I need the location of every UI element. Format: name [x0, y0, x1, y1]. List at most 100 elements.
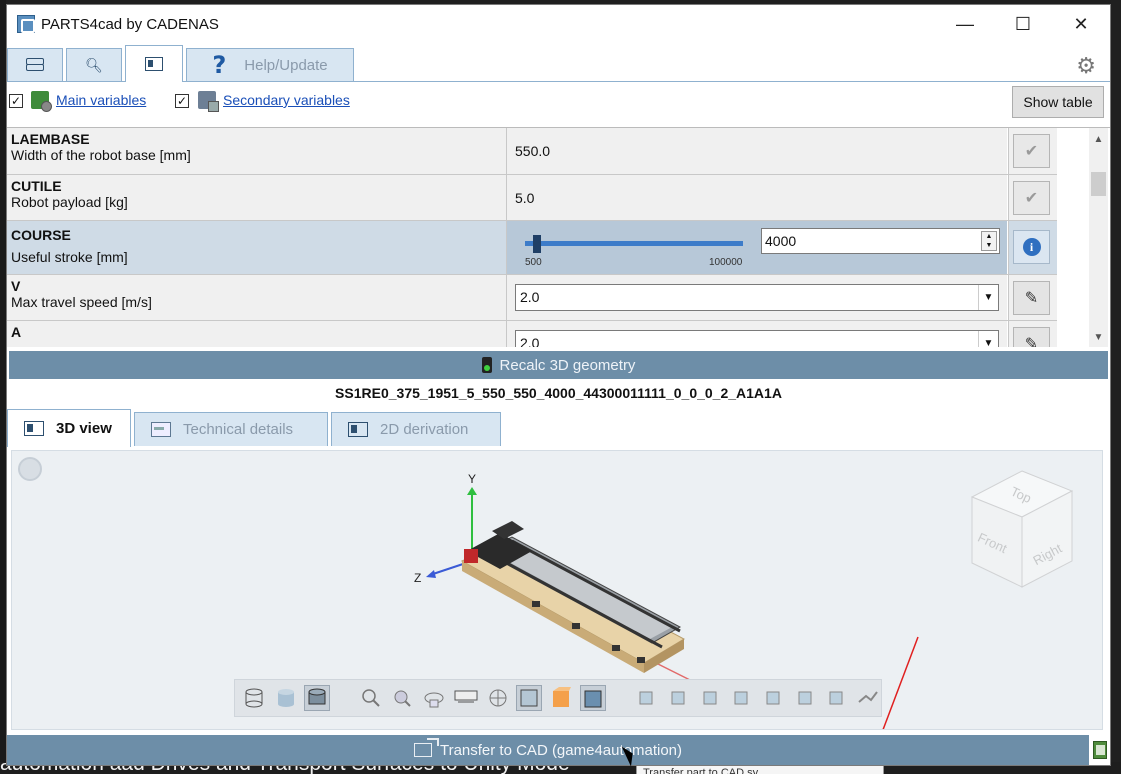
param-value: 5.0	[507, 175, 1007, 220]
annotation-arrow	[882, 636, 919, 729]
blue-box-icon[interactable]	[579, 685, 606, 711]
zoom-fit-icon[interactable]	[390, 685, 416, 711]
3d-view-icon	[24, 421, 44, 436]
scroll-down-icon[interactable]: ▼	[1089, 328, 1108, 346]
main-variables-checkbox[interactable]: ✓	[9, 94, 23, 108]
section-view-icon[interactable]	[516, 685, 543, 711]
orange-box-icon[interactable]	[548, 685, 574, 711]
explode-view-icon[interactable]	[855, 685, 881, 711]
stroke-slider-track[interactable]	[525, 241, 743, 246]
tab-2d-derivation-label: 2D derivation	[380, 421, 469, 438]
view-iso-icon[interactable]	[824, 685, 850, 711]
chevron-down-icon: ▼	[978, 331, 998, 347]
search-icon: 🔍︎	[85, 56, 103, 73]
stroke-spinbox[interactable]: 4000 ▲ ▼	[761, 228, 1000, 254]
maximize-button[interactable]: ☐	[994, 5, 1052, 43]
background-right	[1111, 0, 1121, 774]
rotate-icon[interactable]	[421, 685, 447, 711]
secondary-variables-link[interactable]: Secondary variables	[223, 92, 350, 108]
edit-button[interactable]: ✎	[1013, 281, 1050, 315]
3d-viewport[interactable]: Y Z X	[11, 450, 1103, 730]
spin-buttons[interactable]: ▲ ▼	[981, 231, 997, 251]
close-button[interactable]: ✕	[1052, 5, 1110, 43]
measure-icon[interactable]	[453, 685, 479, 711]
z-axis-label: Z	[414, 571, 421, 585]
parameter-table: LAEMBASE Width of the robot base [mm] 550…	[7, 127, 1110, 347]
secondary-variables-checkbox[interactable]: ✓	[175, 94, 189, 108]
view-top-icon[interactable]	[697, 685, 723, 711]
table-row: A 2.0 ▼ ✎	[7, 321, 1057, 347]
part-code: SS1RE0_375_1951_5_550_550_4000_443000111…	[335, 385, 782, 401]
stack-icon	[26, 58, 44, 72]
tab-parameters[interactable]	[125, 45, 183, 82]
check-button[interactable]: ✔	[1013, 181, 1050, 215]
view-cube[interactable]: Top Front Right	[970, 470, 1074, 588]
carriage-red-part	[464, 549, 478, 563]
slider-min-label: 500	[525, 257, 542, 268]
edit-icon: ✎	[1024, 336, 1039, 347]
rail-foot	[532, 601, 540, 607]
main-variables-link[interactable]: Main variables	[56, 92, 146, 108]
tab-help-label: Help/Update	[244, 56, 328, 74]
param-value-cell: 2.0 ▼	[507, 275, 1007, 320]
top-tabs: 🔍︎ ? Help/Update ⚙	[7, 45, 1110, 82]
window-title: PARTS4cad by CADENAS	[41, 15, 219, 33]
transfer-icon	[413, 738, 439, 757]
titlebar: PARTS4cad by CADENAS — ☐ ✕	[7, 5, 1110, 43]
view-bottom-icon[interactable]	[792, 685, 818, 711]
transfer-to-cad-button[interactable]: Transfer to CAD (game4automation)	[7, 735, 1089, 765]
speed-dropdown[interactable]: 2.0 ▼	[515, 284, 999, 311]
shaded-cylinder-icon[interactable]	[273, 685, 299, 711]
rail-foot	[572, 623, 580, 629]
accel-dropdown[interactable]: 2.0 ▼	[515, 330, 999, 347]
rail-foot	[612, 645, 620, 651]
shaded-edges-cylinder-icon[interactable]	[304, 685, 331, 711]
scroll-up-icon[interactable]: ▲	[1089, 130, 1108, 148]
technical-details-icon	[151, 422, 171, 437]
param-value-cell: 2.0 ▼	[507, 321, 1007, 347]
app-window: PARTS4cad by CADENAS — ☐ ✕ 🔍︎ ? Help/Upd…	[6, 4, 1111, 766]
traffic-light-icon	[481, 357, 492, 373]
recalc-3d-button[interactable]: Recalc 3D geometry	[9, 351, 1108, 379]
export-icon[interactable]	[1093, 741, 1107, 759]
z-axis-arrow	[426, 570, 436, 578]
zoom-icon[interactable]	[358, 685, 384, 711]
y-axis-arrow	[467, 487, 477, 495]
tab-technical-details[interactable]: Technical details	[134, 412, 328, 446]
tooltip: Transfer part to CAD sy	[636, 765, 884, 774]
mesh-sphere-icon[interactable]	[485, 685, 511, 711]
check-button[interactable]: ✔	[1013, 134, 1050, 168]
y-axis-label: Y	[468, 472, 476, 486]
param-value-cell: 500 100000 4000 ▲ ▼	[507, 221, 1007, 274]
edit-button[interactable]: ✎	[1013, 327, 1050, 347]
table-scrollbar[interactable]: ▲ ▼	[1089, 128, 1108, 347]
view-front-icon[interactable]	[633, 685, 659, 711]
scroll-thumb[interactable]	[1091, 172, 1106, 196]
view-right-icon[interactable]	[760, 685, 786, 711]
variables-toolbar: ✓ Main variables ✓ Secondary variables S…	[7, 85, 1110, 125]
main-variables-icon	[31, 91, 52, 112]
stroke-slider-thumb[interactable]	[532, 235, 541, 253]
tab-help-update[interactable]: ? Help/Update	[186, 48, 354, 81]
gear-icon[interactable]: ⚙	[1076, 53, 1096, 79]
view-left-icon[interactable]	[729, 685, 755, 711]
wireframe-cylinder-icon[interactable]	[241, 685, 267, 711]
close-icon: ✕	[1073, 13, 1089, 34]
tab-2d-derivation[interactable]: 2D derivation	[331, 412, 501, 446]
3d-toolbar	[234, 679, 882, 717]
tab-3d-view[interactable]: 3D view	[7, 409, 131, 447]
secondary-variables-icon	[198, 91, 219, 112]
table-row: LAEMBASE Width of the robot base [mm] 550…	[7, 128, 1057, 175]
stroke-value: 4000	[765, 233, 797, 249]
tab-catalog[interactable]	[7, 48, 63, 81]
param-description: Useful stroke [mm]	[11, 249, 128, 265]
table-row: V Max travel speed [m/s] 2.0 ▼ ✎	[7, 275, 1057, 321]
slider-max-label: 100000	[709, 257, 743, 268]
show-table-button[interactable]: Show table	[1012, 86, 1104, 118]
tab-search[interactable]: 🔍︎	[66, 48, 122, 81]
speed-value: 2.0	[520, 289, 540, 305]
app-icon	[17, 15, 35, 33]
view-back-icon[interactable]	[665, 685, 691, 711]
minimize-button[interactable]: —	[936, 5, 994, 43]
info-button[interactable]: i	[1013, 230, 1050, 264]
